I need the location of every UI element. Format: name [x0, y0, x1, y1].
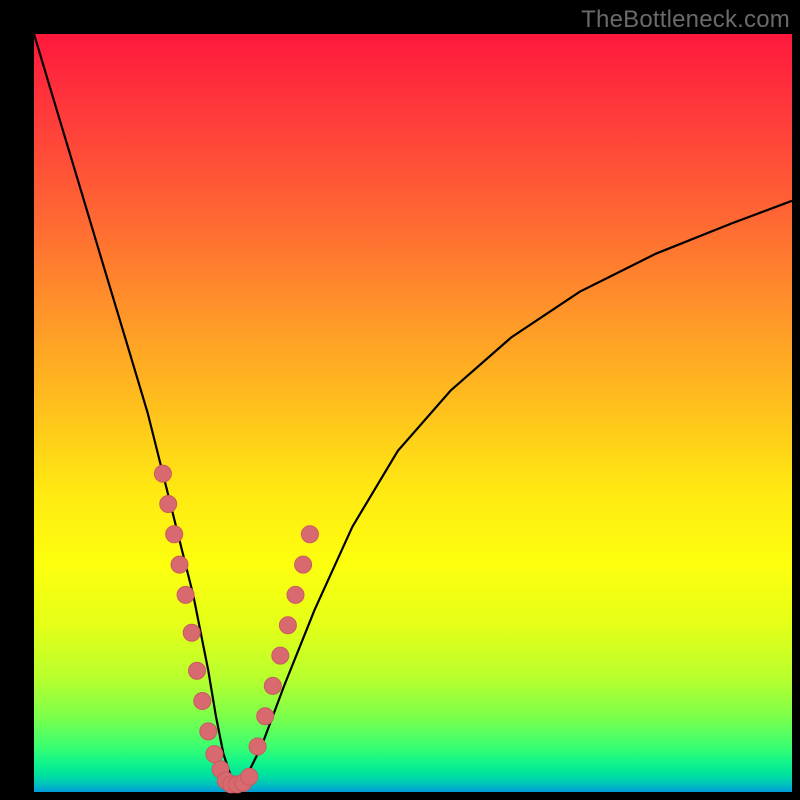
bottleneck-curve [34, 34, 792, 784]
chart-frame: TheBottleneck.com [0, 0, 800, 800]
data-point [287, 586, 304, 603]
data-point [295, 556, 312, 573]
data-point [206, 746, 223, 763]
data-point [177, 586, 194, 603]
data-point [257, 708, 274, 725]
data-point [171, 556, 188, 573]
data-point [160, 496, 177, 513]
data-point [241, 768, 258, 785]
data-point [279, 617, 296, 634]
data-point [264, 677, 281, 694]
data-point [154, 465, 171, 482]
data-point [166, 526, 183, 543]
data-point [189, 662, 206, 679]
data-point [249, 738, 266, 755]
curve-svg [34, 34, 792, 792]
data-point [301, 526, 318, 543]
dots-group [154, 465, 318, 793]
data-point [200, 723, 217, 740]
data-point [194, 693, 211, 710]
watermark-text: TheBottleneck.com [581, 6, 790, 34]
data-point [183, 624, 200, 641]
data-point [272, 647, 289, 664]
plot-area [34, 34, 792, 792]
